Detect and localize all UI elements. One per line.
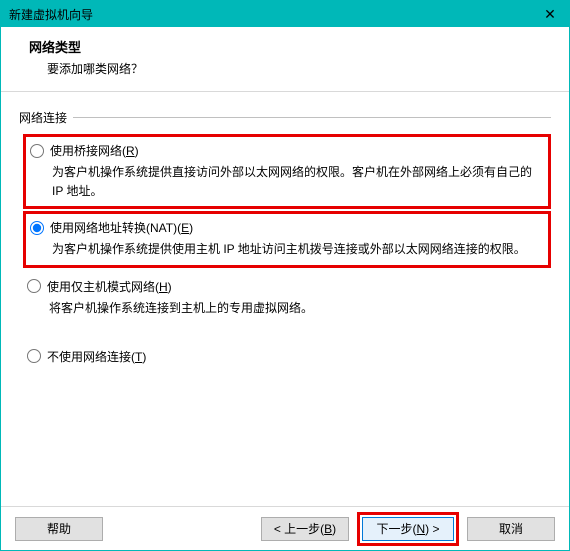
option-nat[interactable]: 使用网络地址转换(NAT)(E) 为客户机操作系统提供使用主机 IP 地址访问主…	[23, 211, 551, 267]
radio-bridged[interactable]	[30, 144, 44, 158]
wizard-window: 新建虚拟机向导 ✕ 网络类型 要添加哪类网络？ 网络连接 使用桥接网络(R) 为…	[0, 0, 570, 551]
option-none[interactable]: 不使用网络连接(T)	[23, 340, 551, 373]
label-none: 不使用网络连接(T)	[47, 348, 146, 365]
desc-nat: 为客户机操作系统提供使用主机 IP 地址访问主机拨号连接或外部以太网网络连接的权…	[52, 240, 545, 259]
next-button[interactable]: 下一步(N) >	[362, 517, 454, 541]
wizard-footer: 帮助 < 上一步(B) 下一步(N) > 取消	[1, 506, 569, 550]
fieldset-rule	[73, 117, 551, 118]
fieldset-legend: 网络连接	[19, 109, 71, 126]
radio-nat[interactable]	[30, 221, 44, 235]
label-nat: 使用网络地址转换(NAT)(E)	[50, 219, 193, 236]
help-button[interactable]: 帮助	[15, 517, 103, 541]
wizard-header: 网络类型 要添加哪类网络？	[1, 27, 569, 92]
network-options: 使用桥接网络(R) 为客户机操作系统提供直接访问外部以太网网络的权限。客户机在外…	[19, 110, 551, 373]
page-subtitle: 要添加哪类网络？	[29, 60, 541, 77]
page-title: 网络类型	[29, 37, 541, 56]
label-hostonly: 使用仅主机模式网络(H)	[47, 278, 172, 295]
next-button-highlight: 下一步(N) >	[357, 512, 459, 546]
back-button[interactable]: < 上一步(B)	[261, 517, 349, 541]
radio-hostonly[interactable]	[27, 279, 41, 293]
option-bridged[interactable]: 使用桥接网络(R) 为客户机操作系统提供直接访问外部以太网网络的权限。客户机在外…	[23, 134, 551, 209]
desc-bridged: 为客户机操作系统提供直接访问外部以太网网络的权限。客户机在外部网络上必须有自己的…	[52, 163, 545, 201]
cancel-button[interactable]: 取消	[467, 517, 555, 541]
desc-hostonly: 将客户机操作系统连接到主机上的专用虚拟网络。	[49, 299, 545, 318]
network-fieldset: 网络连接 使用桥接网络(R) 为客户机操作系统提供直接访问外部以太网网络的权限。…	[19, 110, 551, 373]
option-hostonly[interactable]: 使用仅主机模式网络(H) 将客户机操作系统连接到主机上的专用虚拟网络。	[23, 270, 551, 326]
titlebar: 新建虚拟机向导 ✕	[1, 1, 569, 27]
window-title: 新建虚拟机向导	[9, 6, 531, 23]
label-bridged: 使用桥接网络(R)	[50, 142, 139, 159]
wizard-body: 网络连接 使用桥接网络(R) 为客户机操作系统提供直接访问外部以太网网络的权限。…	[1, 92, 569, 506]
radio-none[interactable]	[27, 349, 41, 363]
close-icon[interactable]: ✕	[531, 1, 569, 27]
